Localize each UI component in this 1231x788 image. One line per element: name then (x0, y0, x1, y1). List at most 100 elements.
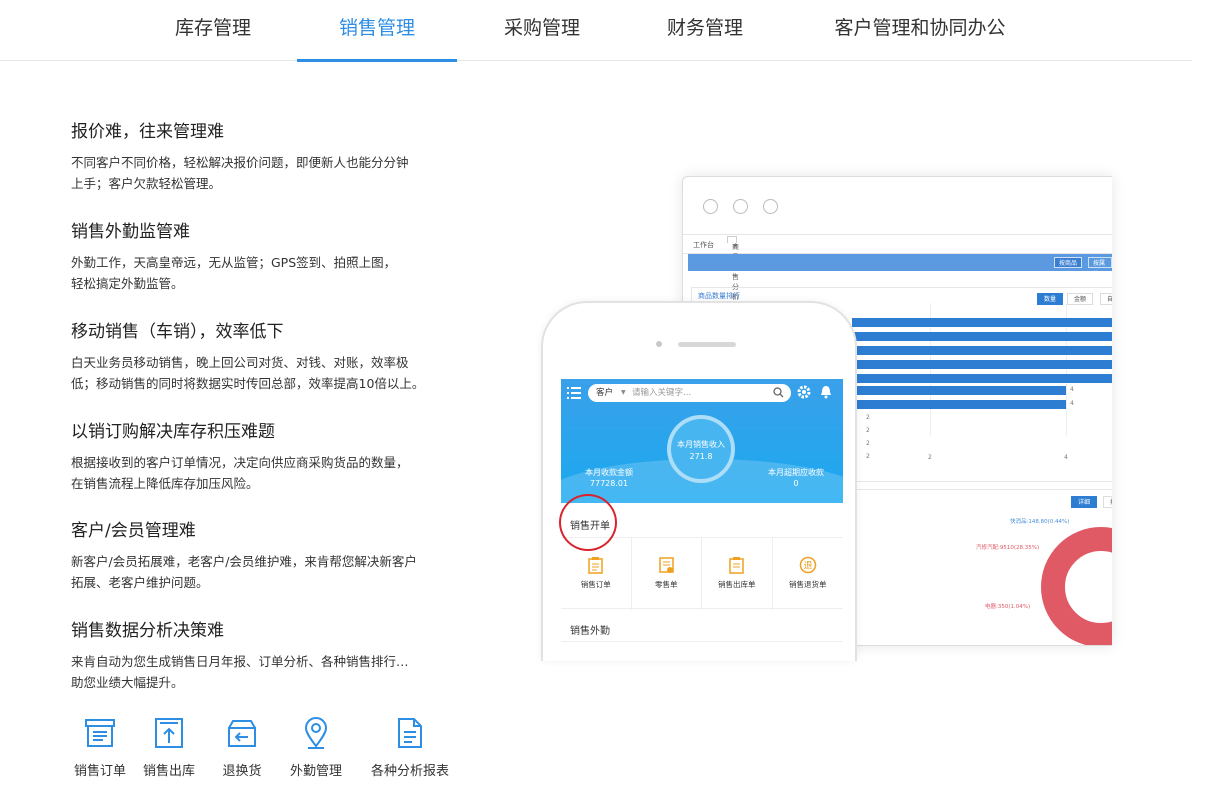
return-icon: 退 (799, 556, 816, 574)
pie-label: 快消品:148.80(0.44%) (1010, 519, 1070, 525)
feature-desc: 外勤工作，天高皇帝远，无从监管；GPS签到、拍照上图， 轻松搞定外勤监管。 (71, 255, 397, 291)
svg-text:退: 退 (803, 561, 812, 572)
tab-purchase[interactable]: 采购管理 (501, 0, 583, 61)
bell-icon[interactable] (820, 385, 832, 399)
stat-value: 77728.01 (589, 479, 629, 488)
feature-desc: 不同客户不同价格，轻松解决报价问题，即便新人也能分分钟 上手；客户欠款轻松管理。 (71, 155, 409, 191)
window-controls (703, 199, 793, 218)
feature-desc: 来肯自动为您生成销售日月年报、订单分析、各种销售排行… 助您业绩大幅提升。 (71, 654, 409, 690)
rank-bar (852, 400, 1066, 409)
menu-label: 销售退货单 (789, 580, 827, 589)
desktop-tab-home: 工作台 (693, 241, 714, 249)
menu-icon[interactable] (567, 387, 581, 399)
search-scope[interactable]: 客户 (596, 384, 613, 402)
bar-value-label: 2 (866, 414, 870, 421)
desktop-tab-report: 商品销售分析 × (727, 236, 739, 301)
feature-title: 报价难，往来管理难 (71, 122, 224, 142)
stat-label: 本月超期应收款 (768, 468, 824, 477)
monthly-revenue-circle: 本月销售收入 271.8 (667, 415, 735, 483)
clipboard-icon (588, 557, 603, 574)
tab-inventory[interactable]: 库存管理 (172, 0, 254, 61)
divider (561, 641, 843, 642)
location-pin-icon (304, 717, 328, 749)
overdue-receivable-stat: 本月超期应收款 0 (761, 467, 831, 489)
phone-camera (656, 341, 662, 347)
feature-field-supervision: 销售外勤监管难 外勤工作，天高皇帝远，无从监管；GPS签到、拍照上图， 轻松搞定外… (71, 221, 471, 294)
bar-value-label: 4 (1070, 400, 1074, 407)
feature-title: 销售外勤监管难 (71, 222, 190, 242)
feature-title: 销售数据分析决策难 (71, 621, 224, 641)
detail-button: 详细 (1071, 496, 1098, 508)
feature-quotation: 报价难，往来管理难 不同客户不同价格，轻松解决报价问题，即便新人也能分分钟 上手；… (71, 121, 471, 194)
icon-label: 销售出库 (142, 764, 195, 779)
menu-label: 零售单 (655, 580, 678, 589)
bar-value-label: 2 (866, 440, 870, 447)
feature-title: 客户/会员管理难 (71, 521, 196, 541)
top-tab-bar: 库存管理 销售管理 采购管理 财务管理 客户管理和协同办公 (0, 0, 1192, 62)
seg-amount: 金额 (1067, 293, 1094, 305)
menu-retail-order[interactable]: 零售单 (632, 538, 702, 610)
phone-search-box[interactable]: 客户 ▼ 请输入关键字... (588, 384, 791, 402)
search-icon[interactable] (773, 387, 784, 398)
chevron-down-icon: ▼ (621, 389, 626, 396)
feature-title: 以销订购解决库存积压难题 (71, 422, 275, 442)
rank-bar (852, 332, 1112, 341)
seg-quantity: 数量 (1037, 293, 1064, 305)
axis-tick: 2 (928, 454, 932, 461)
pie-label: 电器:350(1.04%) (985, 604, 1031, 610)
gear-icon[interactable] (797, 385, 811, 399)
revenue-value: 271.8 (689, 452, 713, 461)
menu-label: 销售出库单 (718, 580, 756, 589)
desktop-toolbar: 按商品 按属性 (688, 254, 1112, 278)
feature-title: 移动销售（车销），效率低下 (71, 322, 284, 342)
icon-label: 退换货 (222, 764, 262, 779)
by-goods-button: 按商品 (1054, 257, 1083, 268)
tab-customer-collab[interactable]: 客户管理和协同办公 (829, 0, 1011, 61)
revenue-label: 本月销售收入 (677, 440, 725, 449)
bar-value-label: 2 (866, 427, 870, 434)
phone-speaker (678, 342, 736, 347)
bar-value-label: 2 (866, 453, 870, 460)
receipt-icon (659, 557, 674, 573)
feature-data-analysis: 销售数据分析决策难 来肯自动为您生成销售日月年报、订单分析、各种销售排行… 助您业… (71, 620, 471, 693)
sales-order-icon (85, 719, 115, 747)
feature-mobile-sales: 移动销售（车销），效率低下 白天业务员移动销售，晚上回公司对货、对钱、对账，效率… (71, 321, 471, 394)
section-sales-field: 销售外勤 (570, 626, 610, 637)
icon-link-field-management[interactable]: 外勤管理 (286, 716, 346, 779)
icon-link-return[interactable]: 退换货 (213, 716, 271, 779)
menu-label: 销售订单 (580, 580, 611, 589)
outbound-icon (729, 557, 744, 574)
feature-desc: 根据接收到的客户订单情况，决定向供应商采购货品的数量， 在销售流程上降低库存加压风… (71, 455, 409, 491)
feature-order-based-purchase: 以销订购解决库存积压难题 根据接收到的客户订单情况，决定向供应商采购货品的数量，… (71, 421, 471, 494)
search-input[interactable]: 请输入关键字... (632, 384, 691, 402)
feature-member-management: 客户/会员管理难 新客户/会员拓展难，老客户/会员维护难，来肯帮您解决新客户 拓展… (71, 520, 471, 593)
sales-menu-grid: 销售订单 零售单 销售出库单 退 销售退货单 (561, 537, 844, 610)
icon-link-sales-order[interactable]: 销售订单 (71, 716, 129, 779)
more-button: 按 (1103, 496, 1112, 508)
phone-mockup: 客户 ▼ 请输入关键字... 本月销售收入 271.8 本月收款金额 77728… (541, 301, 857, 661)
menu-sales-outbound[interactable]: 销售出库单 (702, 538, 773, 610)
tab-finance[interactable]: 财务管理 (664, 0, 746, 61)
rank-bar (852, 346, 1112, 355)
stat-value: 0 (793, 479, 799, 488)
menu-sales-return[interactable]: 退 销售退货单 (773, 538, 844, 610)
icon-link-sales-outbound[interactable]: 销售出库 (140, 716, 198, 779)
rank-bar (852, 360, 1112, 369)
desktop-tab-strip: 工作台 商品销售分析 × (683, 234, 1112, 301)
feature-desc: 新客户/会员拓展难，老客户/会员维护难，来肯帮您解决新客户 拓展、老客户维护问题。 (71, 554, 417, 590)
pie-label: 汽修汽配:9510(28.35%) (976, 545, 1040, 551)
icon-label: 各种分析报表 (370, 764, 449, 779)
panel-title: 商品数量排行 (698, 292, 740, 300)
by-attribute-button: 按属性 (1088, 257, 1112, 278)
icon-label: 外勤管理 (289, 764, 342, 779)
rank-bar (852, 386, 1066, 395)
highlight-circle (559, 494, 617, 551)
return-exchange-icon (228, 720, 256, 747)
icon-link-reports[interactable]: 各种分析报表 (366, 716, 454, 779)
monthly-collection-stat: 本月收款金额 77728.01 (577, 467, 641, 489)
sales-outbound-icon (155, 718, 183, 748)
window-dot (763, 199, 778, 214)
tab-sales[interactable]: 销售管理 (297, 0, 457, 62)
icon-label: 销售订单 (73, 764, 126, 779)
stat-label: 本月收款金额 (585, 468, 633, 477)
